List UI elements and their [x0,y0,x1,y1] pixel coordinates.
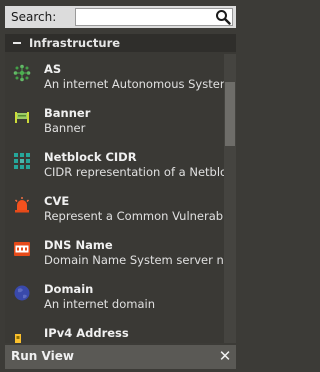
as-icon [13,64,31,82]
entity-item-netblock-cidr[interactable]: Netblock CIDR CIDR representation of a N… [5,142,233,186]
entity-name: AS [44,62,62,76]
entity-item-ipv4-address[interactable]: IPv4 Address [5,318,224,343]
entity-description: CIDR representation of a Netbloc [44,165,234,179]
run-view-bar: Run View ✕ [5,345,236,369]
entity-name: IPv4 Address [44,326,129,340]
entity-name: Netblock CIDR [44,150,137,164]
ipv4-icon [15,334,21,343]
category-header-infrastructure[interactable]: Infrastructure [5,34,236,52]
entity-name: CVE [44,194,70,208]
close-icon[interactable]: ✕ [218,348,232,364]
entity-name: Banner [44,106,91,120]
entity-name: Domain [44,282,94,296]
category-label: Infrastructure [29,36,121,50]
netblock-icon [14,153,30,169]
search-bar: Search: [5,6,236,28]
entity-description: Represent a Common Vulnerabili [44,209,233,223]
entity-item-as[interactable]: AS An internet Autonomous System [5,54,231,98]
search-input[interactable] [75,8,233,26]
entity-item-domain[interactable]: Domain An internet domain [5,274,224,318]
entity-description: Banner [44,121,86,135]
entity-palette: Infrastructure AS An internet Autonomous… [5,34,236,343]
entity-description: Domain Name System server na [44,253,231,267]
cve-icon [15,197,29,213]
search-label: Search: [11,10,57,24]
dns-icon [14,242,30,256]
run-view-title: Run View [11,349,74,363]
palette-window: Search: Infrastructure AS An internet Au… [0,0,241,372]
entity-item-dns-name[interactable]: DNS Name Domain Name System server na [5,230,231,274]
entity-description: An internet Autonomous System [44,77,232,91]
entity-list: AS An internet Autonomous System Banner … [5,54,233,343]
search-icon[interactable] [215,9,231,25]
vertical-scrollbar[interactable] [224,54,236,343]
entity-item-banner[interactable]: Banner Banner [5,98,224,142]
collapse-icon[interactable] [13,42,21,44]
entity-item-cve[interactable]: CVE Represent a Common Vulnerabili [5,186,233,230]
scrollbar-thumb[interactable] [225,82,235,146]
banner-icon [15,112,29,123]
entity-description: An internet domain [44,297,156,311]
domain-icon [14,285,30,301]
entity-name: DNS Name [44,238,113,252]
